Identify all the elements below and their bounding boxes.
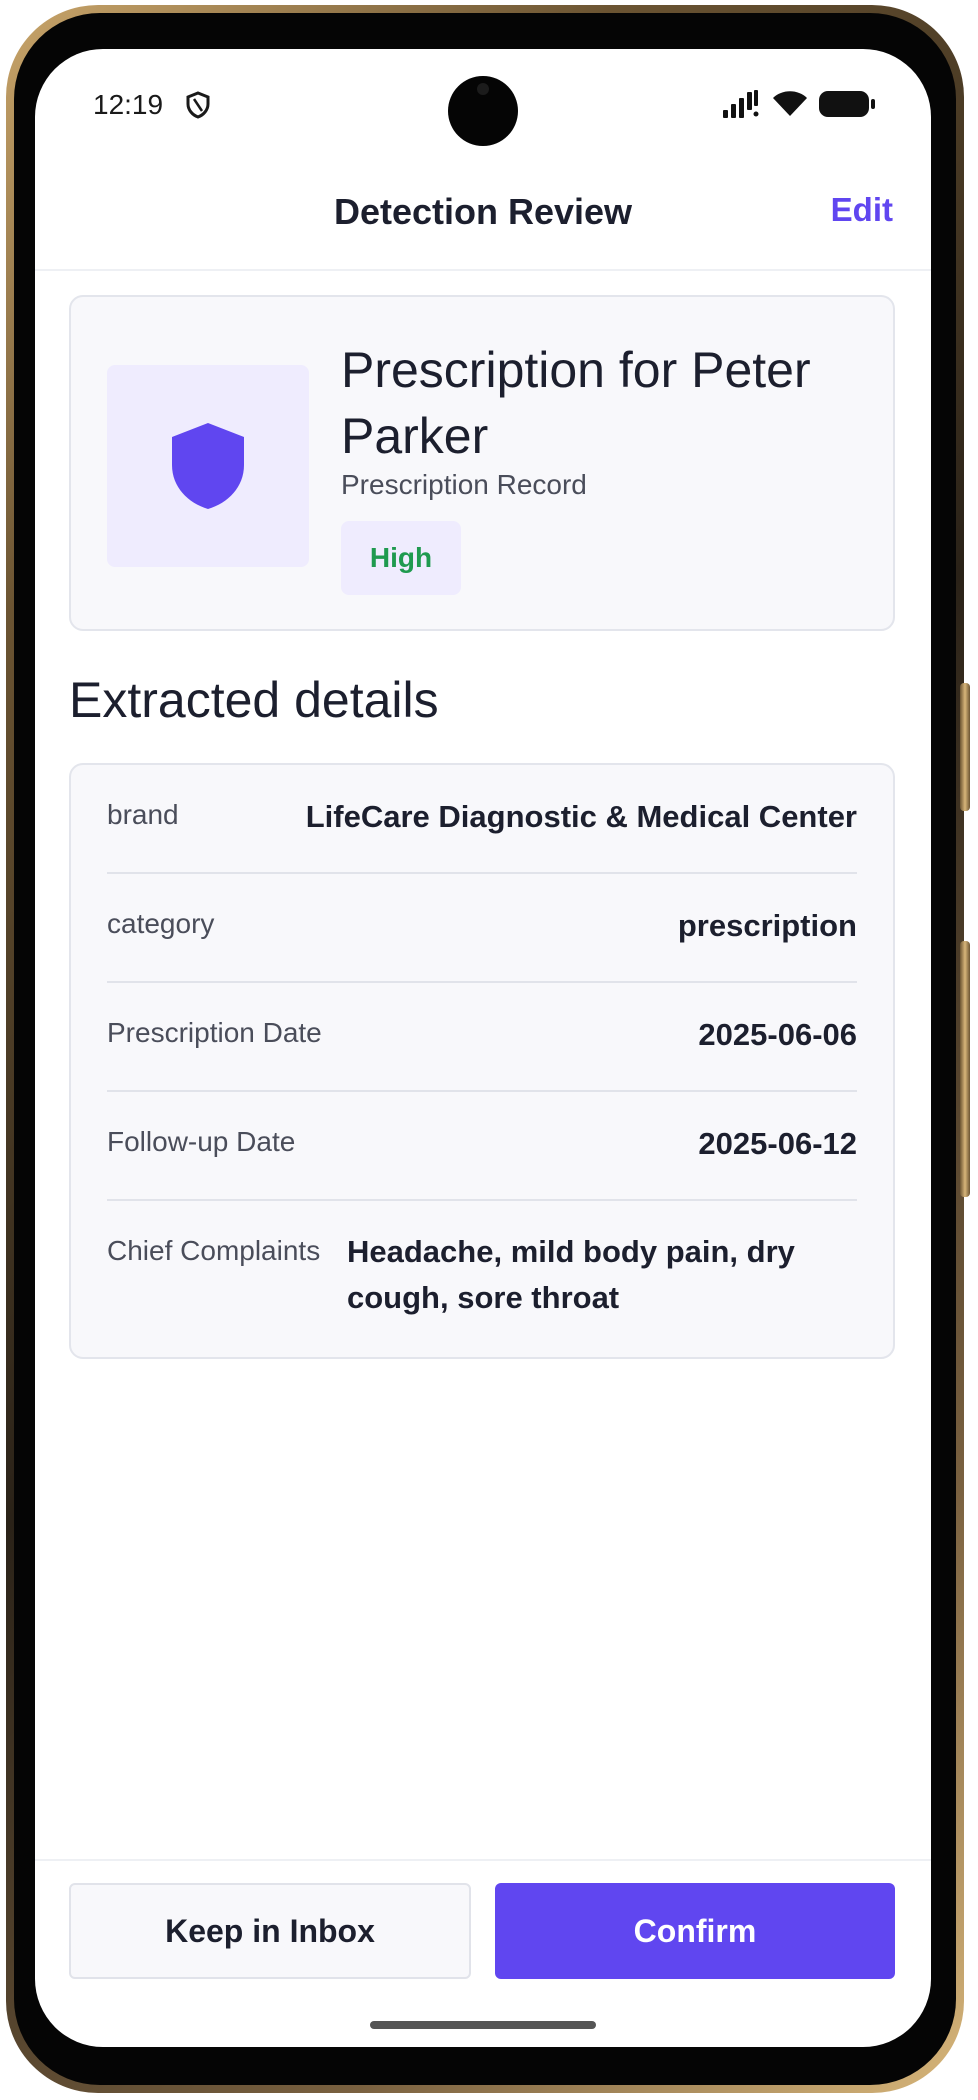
detail-label: Prescription Date (107, 1017, 322, 1048)
document-summary-card: Prescription for Peter Parker Prescripti… (69, 295, 895, 631)
shield-icon (172, 423, 244, 509)
document-title: Prescription for Peter Parker (341, 342, 811, 464)
home-indicator[interactable] (370, 2021, 596, 2029)
detail-row-chief-complaints: Chief Complaints Headache, mild body pai… (107, 1201, 857, 1321)
document-subtitle: Prescription Record (341, 469, 587, 500)
detail-label: Follow-up Date (107, 1126, 296, 1157)
page-title: Detection Review (333, 191, 633, 232)
volume-button (960, 683, 970, 811)
edit-button[interactable]: Edit (831, 191, 893, 229)
cellular-signal-icon (723, 90, 759, 118)
confirm-button[interactable]: Confirm (495, 1883, 895, 1979)
detail-row-category: category prescription (107, 874, 857, 983)
battery-icon (819, 91, 875, 117)
extracted-details-card: brand LifeCare Diagnostic & Medical Cent… (69, 763, 895, 1359)
status-icons (723, 87, 875, 121)
phone-screen: 12:19 Detection Review Edit Prescription… (35, 49, 931, 2047)
detail-value: LifeCare Diagnostic & Medical Center (305, 799, 857, 834)
wifi-icon (773, 91, 807, 116)
document-type-tile (107, 365, 309, 567)
detail-value: 2025-06-06 (698, 1017, 857, 1052)
detail-row-follow-up-date: Follow-up Date 2025-06-12 (107, 1092, 857, 1201)
security-shield-icon (186, 91, 210, 119)
detail-label: brand (107, 799, 179, 830)
detail-label: category (107, 908, 215, 939)
detail-row-prescription-date: Prescription Date 2025-06-06 (107, 983, 857, 1092)
detail-label: Chief Complaints (107, 1235, 321, 1266)
detail-row-brand: brand LifeCare Diagnostic & Medical Cent… (107, 765, 857, 874)
keep-in-inbox-button[interactable]: Keep in Inbox (69, 1883, 471, 1979)
app-header: Detection Review Edit (35, 159, 931, 271)
confidence-badge: High (341, 521, 461, 595)
power-button (960, 941, 970, 1197)
detail-value: 2025-06-12 (698, 1126, 857, 1161)
action-bar: Keep in Inbox Confirm (35, 1859, 931, 2047)
front-camera-icon (448, 76, 518, 146)
section-title: Extracted details (69, 672, 439, 728)
status-time: 12:19 (93, 89, 164, 120)
detail-value: Headache, mild body pain, dry cough, sor… (347, 1234, 795, 1315)
status-bar: 12:19 (35, 49, 931, 159)
detail-value: prescription (677, 908, 857, 943)
